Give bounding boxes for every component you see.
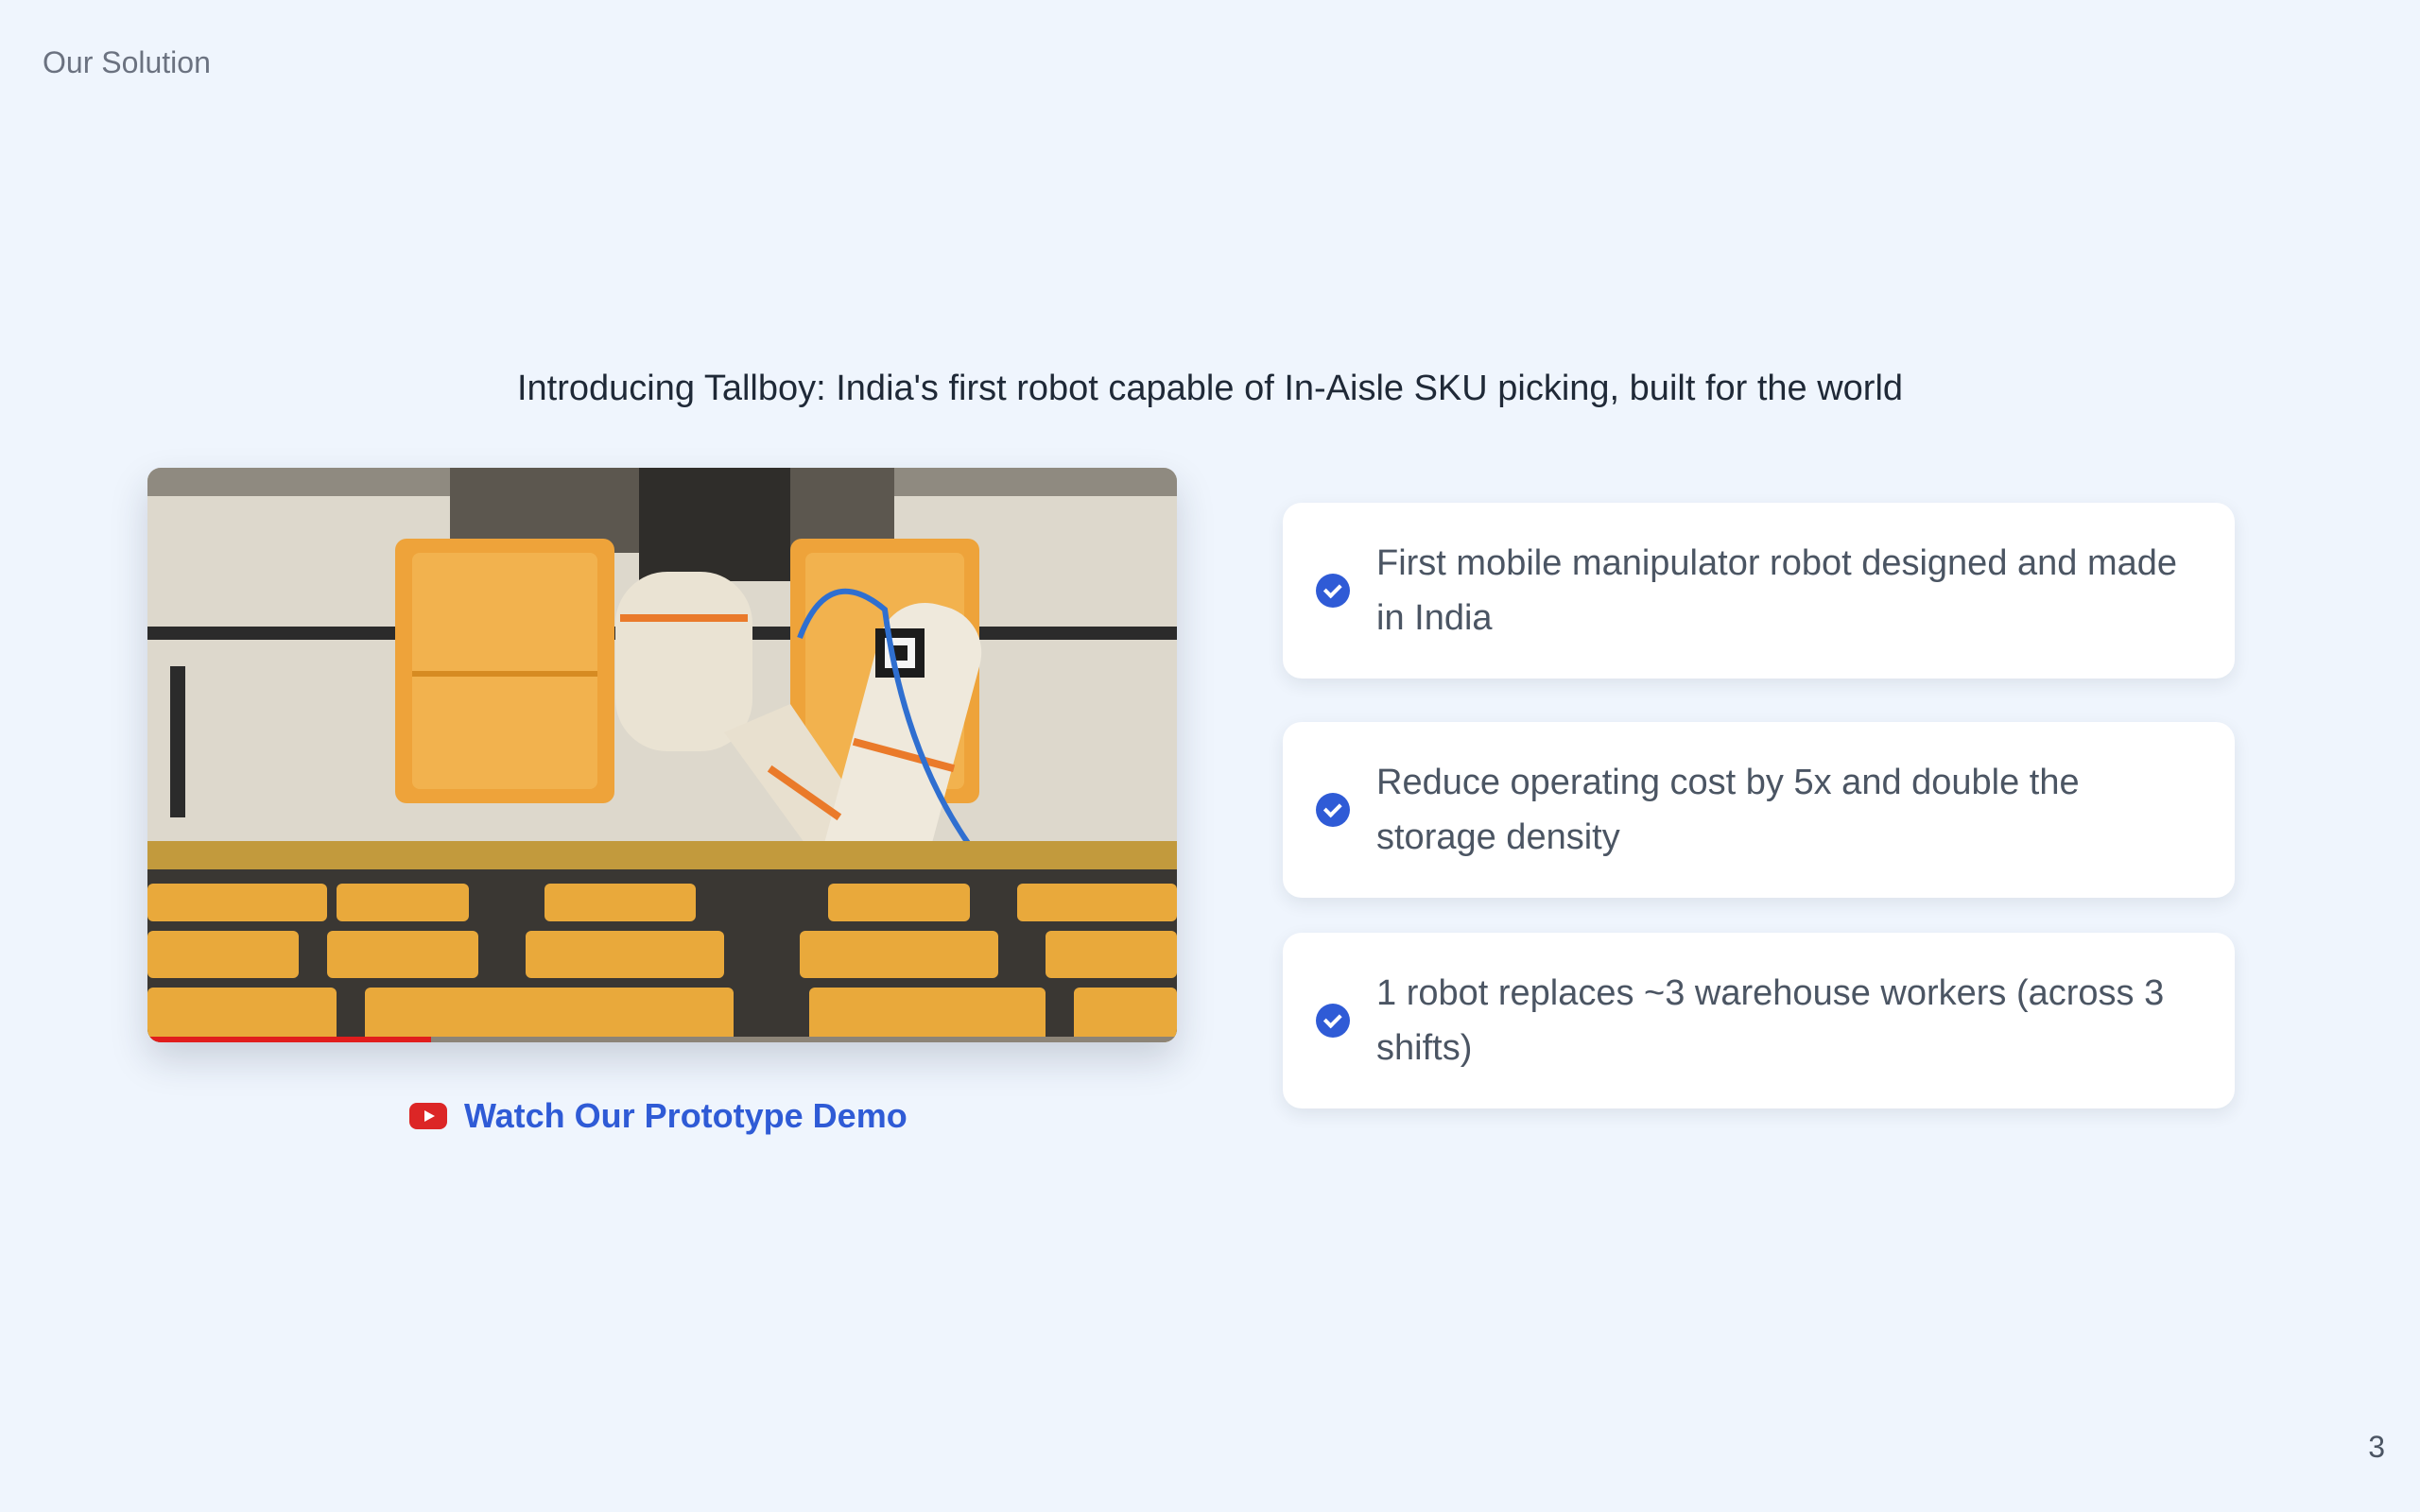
watch-demo-link[interactable]: Watch Our Prototype Demo bbox=[409, 1096, 908, 1136]
check-circle-icon bbox=[1316, 793, 1350, 827]
demo-video-thumbnail[interactable] bbox=[147, 468, 1177, 1042]
feature-text: First mobile manipulator robot designed … bbox=[1376, 543, 2178, 638]
check-circle-icon bbox=[1316, 574, 1350, 608]
feature-card: First mobile manipulator robot designed … bbox=[1283, 503, 2235, 679]
section-label: Our Solution bbox=[43, 45, 211, 79]
check-circle-icon bbox=[1316, 1004, 1350, 1038]
page-number: 3 bbox=[2368, 1430, 2385, 1464]
feature-card: 1 robot replaces ~3 warehouse workers (a… bbox=[1283, 933, 2235, 1108]
feature-text: Reduce operating cost by 5x and double t… bbox=[1376, 763, 2080, 857]
youtube-icon bbox=[409, 1103, 447, 1129]
feature-text: 1 robot replaces ~3 warehouse workers (a… bbox=[1376, 973, 2165, 1068]
headline: Introducing Tallboy: India's first robot… bbox=[516, 369, 1904, 408]
feature-card: Reduce operating cost by 5x and double t… bbox=[1283, 722, 2235, 898]
robot-video-frame bbox=[147, 468, 1177, 1042]
watch-demo-label: Watch Our Prototype Demo bbox=[464, 1096, 908, 1135]
